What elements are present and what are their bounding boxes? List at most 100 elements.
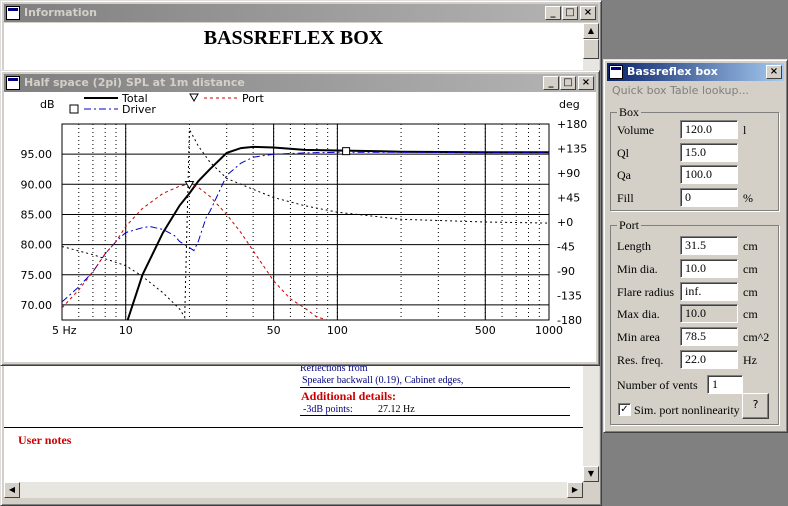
close-button[interactable]: × [766,65,782,79]
x-tick-label: 50 [267,324,281,337]
maximize-button[interactable]: □ [562,6,578,20]
app-icon [6,76,20,90]
divider [300,387,570,388]
field-label: Res. freq. [617,353,664,367]
y-tick-label: 80.00 [21,239,53,252]
information-title: Information [24,6,97,19]
additional-details-title: Additional details: [301,389,397,403]
maximize-button[interactable]: □ [560,76,576,90]
minimize-button[interactable]: _ [545,6,561,20]
box-group-title: Box [617,105,642,120]
x-tick-label: 100 [327,324,348,337]
scroll-left-button[interactable]: ◀ [4,482,20,498]
y-tick-label: 90.00 [21,178,53,191]
y-axis-label: dB [40,98,55,111]
spl-window: Half space (2pi) SPL at 1m distance _ □ … [0,70,600,366]
legend-square-marker [69,104,79,114]
y2-tick-label: -90 [557,265,575,278]
field-label: Min area [617,330,660,345]
reflections-value: Speaker backwall (0.19), Cabinet edges, [302,375,464,386]
bassreflex-titlebar[interactable]: Bassreflex box × [607,63,784,81]
field-label: Ql [617,145,629,160]
field-input[interactable]: 22.0 [680,350,738,369]
field-input[interactable]: 31.5 [680,236,738,255]
field-input[interactable]: inf. [680,281,738,301]
scroll-thumb[interactable] [583,39,599,59]
x-tick-label: 1000 [535,324,563,337]
bassreflex-window: Bassreflex box × Quick box Table lookup.… [603,59,788,433]
legend-triangle-marker [189,93,199,103]
field-unit: cm [743,239,758,253]
spl-chart-area: dB deg 95.00 90.00 85.00 80.00 75.00 70.00 +180 +… [4,92,596,362]
scroll-down-button[interactable]: ▼ [583,466,599,482]
field-input[interactable]: 100.0 [680,165,738,184]
information-titlebar[interactable]: Information _ □ × [4,4,598,22]
y-tick-label: 85.00 [21,208,53,221]
close-button[interactable]: × [580,6,596,20]
sim-port-label[interactable]: Sim. port nonlinearity [634,401,740,419]
user-notes-title: User notes [18,433,72,447]
y2-tick-label: +180 [557,118,587,131]
minimize-button[interactable]: _ [543,76,559,90]
vents-label: Number of vents [617,378,698,392]
scroll-up-button[interactable]: ▲ [583,23,599,39]
db-points-label: -3dB points: [303,404,353,415]
legend-label: Port [242,92,264,105]
x-tick-label: 500 [475,324,496,337]
square-marker [342,147,351,156]
field-input[interactable]: 120.0 [680,120,738,139]
field-label: Min dia. [617,261,658,276]
field-label: Fill [617,190,634,205]
y2-axis-label: deg [559,98,580,111]
legend-label: Driver [122,103,156,116]
y2-tick-label: -135 [557,290,582,303]
field-input[interactable]: 0 [680,187,738,207]
field-unit: Hz [743,353,757,367]
db-points-value: 27.12 Hz [378,404,415,415]
series-line-port [62,183,330,320]
y2-tick-label: -45 [557,241,575,254]
field-unit: cm [743,284,758,299]
divider [4,427,583,428]
field-unit: l [743,123,747,137]
vents-input[interactable]: 1 [707,375,743,394]
menu-table-lookup[interactable]: Table lookup... [670,84,749,97]
app-icon [6,6,20,20]
port-group: Port Length 31.5 cm Min dia. 10.0 cm Flare rad… [610,218,779,425]
field-label: Flare radius [617,284,674,299]
x-tick-label: 10 [119,324,133,337]
y2-tick-label: +45 [557,192,580,205]
port-group-title: Port [617,218,642,233]
field-input[interactable]: 10.0 [680,304,738,324]
spl-title: Half space (2pi) SPL at 1m distance [24,76,245,89]
y-tick-label: 95.00 [21,148,53,161]
bassreflex-title: Bassreflex box [627,65,718,78]
field-label: Volume [617,123,655,137]
x-tick-label: 5 Hz [52,324,77,337]
divider [300,415,570,416]
field-input[interactable]: 78.5 [680,327,738,347]
y-tick-label: 75.00 [21,269,53,282]
series-line-driver [62,151,549,303]
field-input[interactable]: 15.0 [680,142,738,162]
app-icon [609,65,623,79]
field-label: Qa [617,168,631,182]
scroll-right-button[interactable]: ▶ [567,482,583,498]
report-heading: BASSREFLEX BOX [203,27,384,49]
field-unit: cm [743,307,758,322]
help-button[interactable]: ? [742,393,769,419]
spl-titlebar[interactable]: Half space (2pi) SPL at 1m distance _ □ … [4,74,596,92]
box-group: Box Volume 120.0 l Ql 15.0 Qa 100.0 Fill 0% [610,105,779,211]
y2-tick-label: +90 [557,167,580,180]
horizontal-scrollbar[interactable]: ◀ ▶ [4,482,583,498]
field-label: Max dia. [617,307,660,322]
sim-port-checkbox[interactable]: ✓ [618,403,631,416]
field-unit: cm [743,261,758,276]
y2-tick-label: +135 [557,143,587,156]
y-tick-label: 70.00 [21,299,53,312]
field-unit: % [743,190,753,205]
field-input[interactable]: 10.0 [680,258,738,278]
field-label: Length [617,239,651,253]
menu-quick-box[interactable]: Quick box [612,84,666,97]
close-button[interactable]: × [578,76,594,90]
